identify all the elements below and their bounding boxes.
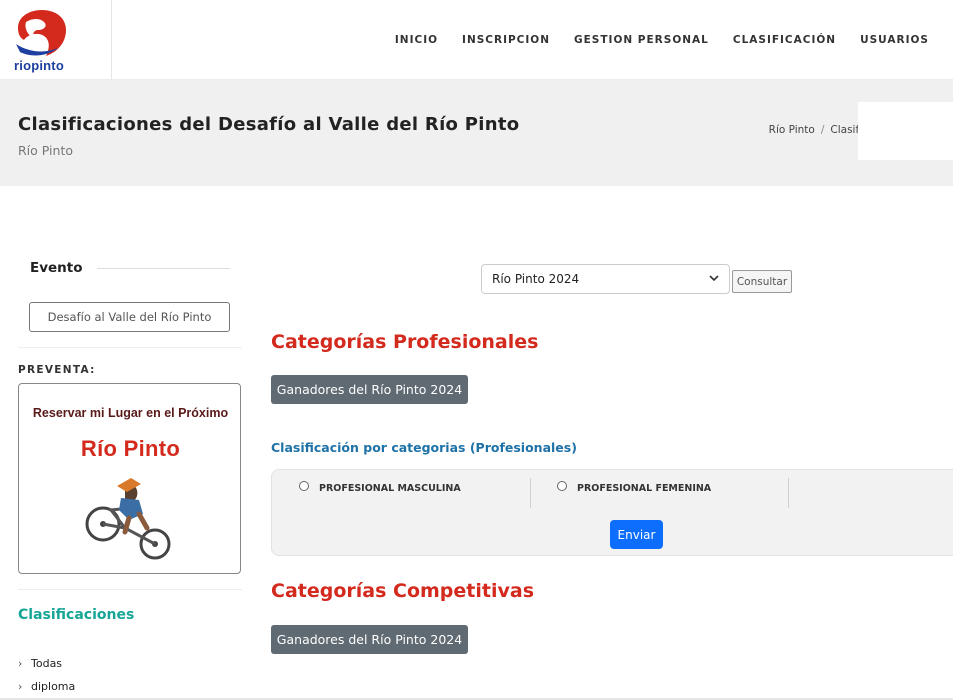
competitivas-heading: Categorías Competitivas bbox=[271, 580, 535, 602]
logo[interactable]: riopinto bbox=[0, 0, 112, 80]
main-nav: INICIO INSCRIPCION GESTION PERSONAL CLAS… bbox=[371, 34, 929, 46]
link-diploma[interactable]: diploma bbox=[31, 680, 75, 693]
preventa-label: PREVENTA: bbox=[18, 364, 96, 376]
presale-banner[interactable]: Reservar mi Lugar en el Próximo Río Pint… bbox=[18, 383, 241, 574]
chevron-right-icon: › bbox=[18, 680, 23, 693]
divider bbox=[18, 589, 242, 590]
page-subtitle: Río Pinto bbox=[18, 143, 73, 158]
category-form: PROFESIONAL MASCULINA PROFESIONAL FEMENI… bbox=[271, 469, 953, 556]
riopinto-logo-icon bbox=[16, 10, 66, 56]
clasificaciones-title: Clasificaciones bbox=[18, 607, 135, 623]
clasificaciones-list: › Todas › diploma bbox=[18, 652, 75, 698]
breadcrumb-rio-pinto[interactable]: Río Pinto bbox=[769, 124, 815, 136]
radio-label[interactable]: PROFESIONAL FEMENINA bbox=[577, 483, 711, 494]
promo-title: Río Pinto bbox=[80, 436, 181, 461]
profesionales-heading: Categorías Profesionales bbox=[271, 331, 539, 353]
main-content: Río Pinto 2024 Consultar Categorías Prof… bbox=[271, 186, 953, 700]
winners-profesionales-button[interactable]: Ganadores del Río Pinto 2024 bbox=[271, 375, 468, 404]
event-widget-title: Evento bbox=[30, 260, 83, 276]
nav-usuarios[interactable]: USUARIOS bbox=[860, 34, 929, 46]
list-item[interactable]: › diploma bbox=[18, 675, 75, 698]
radio-label[interactable]: PROFESIONAL MASCULINA bbox=[319, 483, 461, 494]
divider bbox=[530, 478, 531, 508]
page-title-band: Clasificaciones del Desafío al Valle del… bbox=[0, 80, 953, 186]
nav-gestion-personal[interactable]: GESTION PERSONAL bbox=[574, 34, 709, 46]
chevron-down-icon bbox=[709, 275, 719, 282]
divider bbox=[18, 347, 242, 348]
nav-clasificacion[interactable]: CLASIFICACIÓN bbox=[733, 34, 836, 46]
cyclist-icon bbox=[85, 478, 171, 560]
event-year-select[interactable]: Río Pinto 2024 bbox=[481, 264, 730, 294]
chevron-right-icon: › bbox=[18, 657, 23, 670]
site-header: riopinto INICIO INSCRIPCION GESTION PERS… bbox=[0, 0, 953, 80]
page-title: Clasificaciones del Desafío al Valle del… bbox=[18, 114, 520, 135]
sidebar: Evento Desafío al Valle del Río Pinto PR… bbox=[18, 186, 242, 700]
list-item[interactable]: › Todas bbox=[18, 652, 75, 675]
divider bbox=[96, 267, 230, 269]
radio-button[interactable] bbox=[557, 481, 567, 491]
link-todas[interactable]: Todas bbox=[31, 657, 62, 670]
radio-button[interactable] bbox=[299, 481, 309, 491]
radio-option[interactable]: PROFESIONAL FEMENINA bbox=[557, 480, 711, 494]
divider bbox=[788, 478, 789, 508]
winners-competitivas-button[interactable]: Ganadores del Río Pinto 2024 bbox=[271, 625, 468, 654]
event-widget-header: Evento bbox=[30, 260, 230, 276]
nav-inicio[interactable]: INICIO bbox=[395, 34, 438, 46]
consultar-button[interactable]: Consultar bbox=[732, 270, 792, 293]
profesionales-subheading: Clasificación por categorias (Profesiona… bbox=[271, 440, 577, 455]
select-value: Río Pinto 2024 bbox=[492, 272, 580, 286]
decorative-panel bbox=[858, 102, 953, 160]
enviar-button[interactable]: Enviar bbox=[610, 520, 663, 549]
nav-inscripcion[interactable]: INSCRIPCION bbox=[462, 34, 550, 46]
logo-text: riopinto bbox=[14, 58, 64, 73]
promo-text: Reservar mi Lugar en el Próximo bbox=[32, 406, 229, 420]
event-button[interactable]: Desafío al Valle del Río Pinto bbox=[29, 302, 230, 332]
breadcrumb-separator: / bbox=[820, 124, 825, 136]
radio-option[interactable]: PROFESIONAL MASCULINA bbox=[299, 480, 461, 494]
